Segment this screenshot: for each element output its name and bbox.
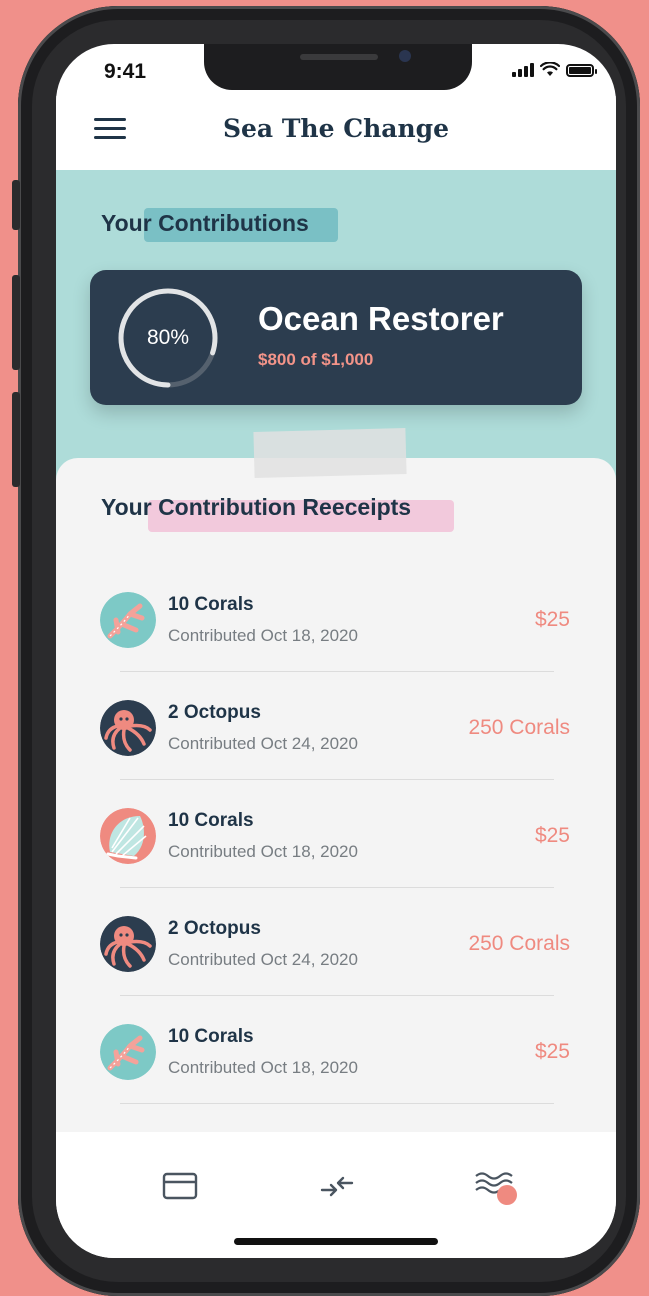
shell-icon	[100, 808, 156, 864]
receipt-date: Contributed Oct 18, 2020	[168, 1058, 358, 1077]
battery-icon	[566, 64, 597, 77]
octopus-icon	[100, 916, 156, 972]
receipt-title: 2 Octopus	[168, 918, 261, 939]
receipt-title: 10 Corals	[168, 1026, 254, 1047]
wifi-icon	[540, 62, 560, 76]
receipt-title: 10 Corals	[168, 594, 254, 615]
app-header: Sea The Change	[56, 96, 616, 170]
receipt-date: Contributed Oct 18, 2020	[168, 626, 358, 645]
receipt-value: $25	[534, 1040, 570, 1063]
level-card[interactable]: 80% Ocean Restorer $800 of $1,000	[90, 270, 582, 405]
app-title: Sea The Change	[222, 114, 450, 143]
level-name: Ocean Restorer	[258, 300, 504, 337]
card-icon[interactable]	[162, 1172, 198, 1200]
mute-switch	[12, 180, 20, 230]
receipt-value: $25	[534, 608, 570, 631]
level-amount: $800 of $1,000	[258, 350, 374, 369]
receipt-value: $25	[534, 824, 570, 847]
coral-icon	[100, 592, 156, 648]
contributions-heading: Your Contributions	[101, 210, 309, 236]
receipt-value: 250 Corals	[468, 932, 570, 955]
volume-up-button	[12, 275, 20, 370]
receipt-value: 250 Corals	[468, 716, 570, 739]
transfer-icon[interactable]	[320, 1176, 354, 1198]
receipt-row[interactable]: 10 Corals Contributed Oct 18, 2020 $25	[56, 996, 616, 1104]
cellular-signal-icon	[512, 62, 534, 77]
phone-screen: 9:41 Sea The Change Your Contributions 8…	[56, 44, 616, 1258]
notch	[204, 44, 472, 90]
front-camera	[399, 50, 411, 62]
receipt-row[interactable]: 2 Octopus Contributed Oct 24, 2020 250 C…	[56, 888, 616, 996]
receipts-list: 10 Corals Contributed Oct 18, 2020 $25 2…	[56, 564, 616, 1104]
receipt-row[interactable]: 2 Octopus Contributed Oct 24, 2020 250 C…	[56, 672, 616, 780]
receipts-section: Your Contribution Reeceipts 10 Corals Co…	[56, 428, 616, 1148]
progress-percent: 80%	[146, 326, 190, 349]
receipt-row[interactable]: 10 Corals Contributed Oct 18, 2020 $25	[56, 564, 616, 672]
waves-icon[interactable]	[474, 1170, 522, 1206]
receipt-date: Contributed Oct 24, 2020	[168, 734, 358, 753]
receipt-title: 2 Octopus	[168, 702, 261, 723]
tape-decoration	[253, 428, 407, 478]
status-icons	[512, 62, 597, 77]
home-indicator[interactable]	[234, 1238, 438, 1245]
receipt-title: 10 Corals	[168, 810, 254, 831]
receipt-date: Contributed Oct 18, 2020	[168, 842, 358, 861]
receipt-date: Contributed Oct 24, 2020	[168, 950, 358, 969]
coral-icon	[100, 1024, 156, 1080]
receipts-heading: Your Contribution Reeceipts	[101, 494, 412, 520]
status-time: 9:41	[104, 60, 147, 83]
divider	[120, 1103, 554, 1104]
speaker	[300, 54, 378, 60]
octopus-icon	[100, 700, 156, 756]
volume-down-button	[12, 392, 20, 487]
receipt-row[interactable]: 10 Corals Contributed Oct 18, 2020 $25	[56, 780, 616, 888]
